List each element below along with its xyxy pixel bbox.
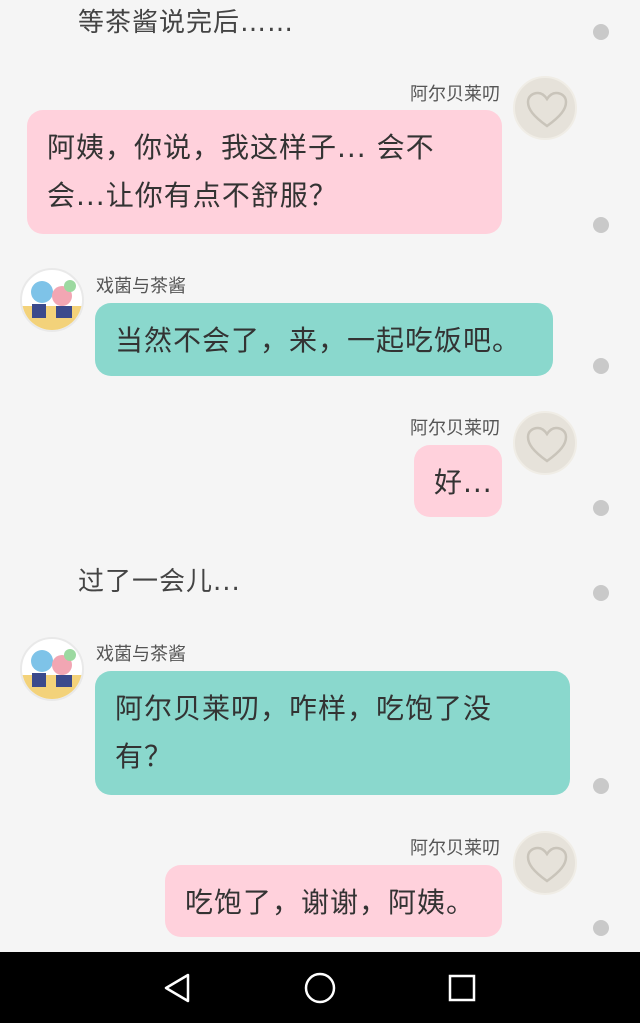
more-dot-icon[interactable] [593,778,609,794]
sender-name: 戏菌与茶酱 [96,644,186,665]
heart-avatar-icon[interactable] [513,831,577,895]
message-text-line: 有？ [115,740,174,773]
heart-avatar-icon[interactable] [513,76,577,140]
message-text-line: 好... [434,466,493,499]
message-text-line: 吃饱了，谢谢，阿姨。 [185,886,476,919]
more-dot-icon[interactable] [593,24,609,40]
more-dot-icon[interactable] [593,500,609,516]
recent-square-icon[interactable] [444,970,480,1006]
narration-text: 等茶酱说完后…… [78,8,295,38]
chat-view[interactable]: 等茶酱说完后…… 阿尔贝莱叨 阿姨，你说，我这样子... 会不 会...让你有点… [0,0,640,952]
sender-name: 戏菌与茶酱 [96,276,186,297]
navigation-bar [0,952,640,1023]
more-dot-icon[interactable] [593,358,609,374]
message-text-line: 阿姨，你说，我这样子... 会不 [47,131,435,164]
home-circle-icon[interactable] [302,970,338,1006]
message-bubble[interactable]: 当然不会了，来，一起吃饭吧。 [95,303,553,376]
back-triangle-icon[interactable] [160,970,196,1006]
heart-avatar-icon[interactable] [513,411,577,475]
message-bubble[interactable]: 好... [414,445,502,517]
more-dot-icon[interactable] [593,217,609,233]
more-dot-icon[interactable] [593,585,609,601]
message-text-line: 当然不会了，来，一起吃饭吧。 [115,324,522,357]
narration-text: 过了一会儿... [78,567,241,597]
anime-avatar-icon[interactable] [20,637,84,701]
more-dot-icon[interactable] [593,920,609,936]
message-text-line: 会...让你有点不舒服？ [47,179,338,212]
anime-avatar-icon[interactable] [20,268,84,332]
sender-name: 阿尔贝莱叨 [410,418,500,439]
message-bubble[interactable]: 阿姨，你说，我这样子... 会不 会...让你有点不舒服？ [27,110,502,234]
message-bubble[interactable]: 阿尔贝莱叨，咋样，吃饱了没 有？ [95,671,570,795]
sender-name: 阿尔贝莱叨 [410,84,500,105]
message-bubble[interactable]: 吃饱了，谢谢，阿姨。 [165,865,502,937]
message-text-line: 阿尔贝莱叨，咋样，吃饱了没 [115,692,493,725]
sender-name: 阿尔贝莱叨 [410,838,500,859]
